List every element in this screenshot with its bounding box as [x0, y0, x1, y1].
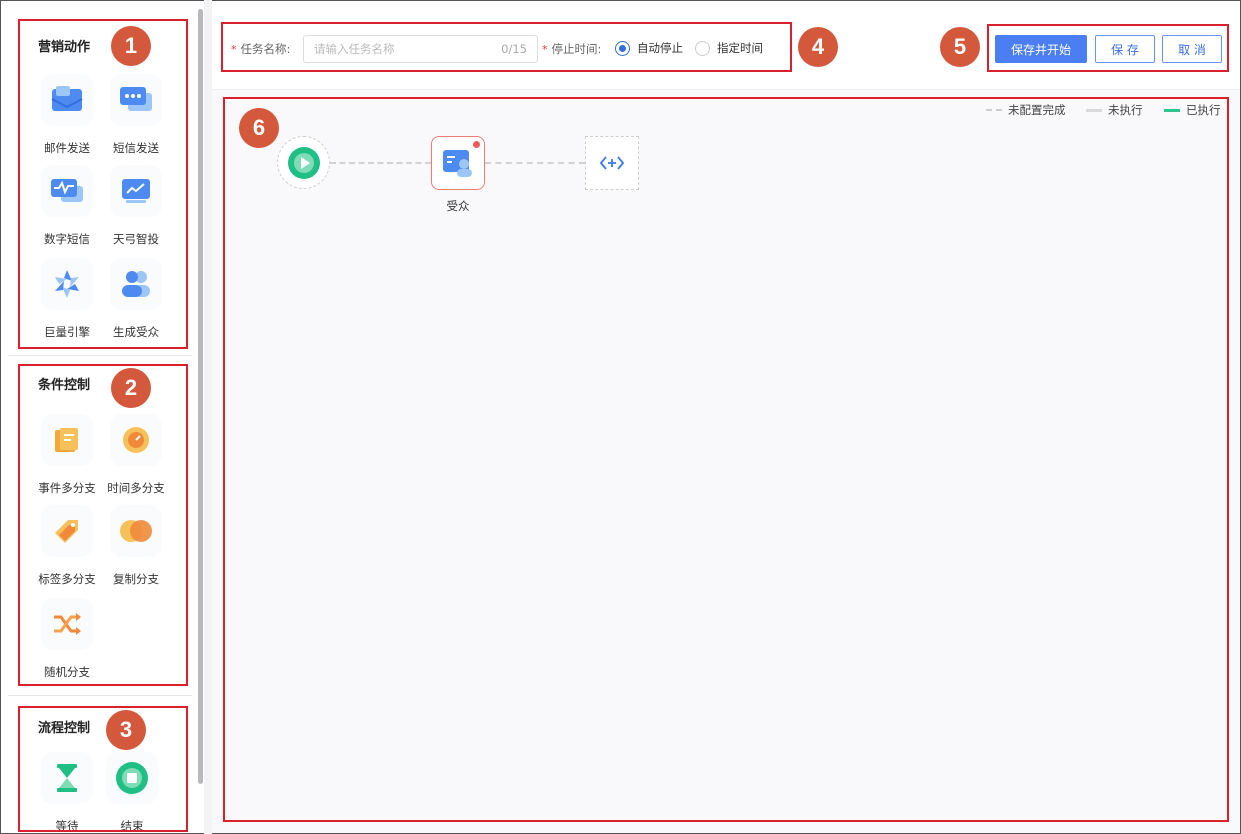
annotation-badge: 4	[798, 27, 838, 67]
annotation-badge: 1	[111, 26, 151, 66]
sidebar-gutter	[204, 0, 212, 834]
annotation-badge: 2	[111, 368, 151, 408]
section-divider	[8, 355, 192, 356]
annotation-box-conditions	[18, 364, 188, 686]
annotation-badge: 3	[106, 710, 146, 750]
annotation-box-marketing	[18, 19, 188, 349]
sidebar-scrollbar[interactable]	[198, 9, 203, 784]
section-divider	[8, 695, 192, 696]
annotation-box-toolbar	[221, 22, 792, 72]
annotation-badge: 6	[239, 108, 279, 148]
annotation-box-actions	[987, 24, 1229, 72]
annotation-box-canvas	[223, 97, 1229, 822]
annotation-badge: 5	[940, 27, 980, 67]
annotation-box-flow	[18, 706, 188, 832]
